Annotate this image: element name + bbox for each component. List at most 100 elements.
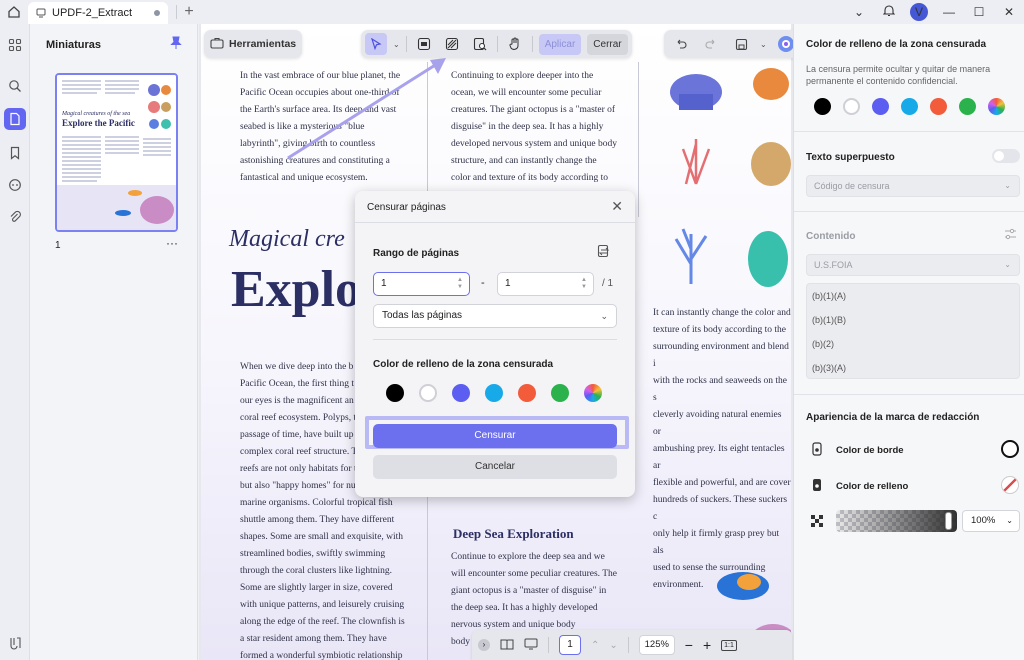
swatch-blue[interactable] [901,98,918,115]
search-icon[interactable] [4,75,26,97]
zoom-level-field[interactable]: 125% [638,635,675,655]
overlay-text-title: Texto superpuesto [806,152,895,163]
page-to-input[interactable]: 1 ▲ ▼ [497,272,594,296]
document-icon [36,8,46,18]
swatch-green[interactable] [551,384,569,402]
opacity-select[interactable]: 100% ⌄ [962,510,1020,532]
save-dropdown-icon[interactable]: ⌄ [760,40,767,49]
hand-tool-icon[interactable] [504,33,526,55]
custom-color-swatch[interactable] [584,384,602,402]
apply-button[interactable]: Aplicar [538,33,582,55]
maximize-icon[interactable]: ☐ [964,5,994,19]
swatch-orange[interactable] [518,384,536,402]
bell-icon[interactable] [874,4,904,20]
page-number-input[interactable]: 1 [559,635,581,655]
column-divider [638,62,639,217]
previous-page-icon[interactable]: ⌃ [591,640,599,651]
panel-divider [794,394,1024,395]
settings-sliders-icon[interactable] [1004,228,1017,243]
overlay-text-toggle[interactable] [992,149,1020,163]
censor-pages-dialog: Censurar páginas ✕ Rango de páginas 1 ▲ ▼… [355,191,635,497]
close-redaction-button[interactable]: Cerrar [587,33,628,55]
border-color-picker[interactable] [1001,440,1019,458]
page-total: / 1 [602,278,614,289]
opacity-slider-handle[interactable] [945,512,952,530]
censor-code-select[interactable]: Código de censura ⌄ [806,175,1020,197]
panel-divider [794,131,1024,132]
custom-color-swatch[interactable] [988,98,1005,115]
border-color-icon [812,442,822,459]
thumbnail-page-number: 1 [55,240,61,251]
swatch-purple[interactable] [452,384,470,402]
swatch-black[interactable] [386,384,404,402]
stepper-arrows-icon[interactable]: ▲ ▼ [581,277,587,291]
search-redact-icon[interactable] [469,33,491,55]
avatar[interactable]: V [910,3,928,21]
attachment-icon[interactable] [4,206,26,228]
censor-button[interactable]: Censurar [373,424,617,448]
cursor-dropdown-icon[interactable]: ⌄ [393,40,400,49]
chevron-down-icon[interactable]: ⌄ [844,5,874,19]
redaction-appearance-title: Apariencia de la marca de redacción [806,412,980,423]
fill-color-swatches [386,384,602,402]
minimize-icon[interactable]: — [934,5,964,19]
page-heading: Explo [231,261,362,318]
code-item[interactable]: (b)(2) [812,339,834,349]
fill-color-description: La censura permite ocultar y quitar de m… [806,64,991,86]
swatch-orange[interactable] [930,98,947,115]
pages-icon[interactable] [4,108,26,130]
redo-icon[interactable] [700,33,722,55]
page-thumbnail[interactable]: Magical creatures of the sea Explore the… [55,73,178,232]
opacity-slider[interactable] [836,510,957,532]
undo-icon[interactable] [670,33,692,55]
column-divider [427,494,428,660]
text-column-2-top: Continuing to explore deeper into the oce… [451,71,617,183]
code-item[interactable]: (b)(1)(A) [812,291,846,301]
updf-logo-icon[interactable] [4,632,26,654]
page-range-swap-icon[interactable] [597,244,611,262]
toolbar-divider [627,637,629,653]
grid-icon[interactable] [4,34,26,56]
zoom-out-icon[interactable]: − [685,637,693,653]
zoom-in-icon[interactable]: + [703,637,711,653]
thumb-title: Explore the Pacific [62,118,135,128]
code-item[interactable]: (b)(1)(B) [812,315,846,325]
fit-page-icon[interactable]: 1:1 [721,639,737,651]
pages-subset-select[interactable]: Todas las páginas ⌄ [373,304,617,328]
censor-code-placeholder: Código de censura [814,181,890,191]
tools-label: Herramientas [229,38,297,50]
save-icon[interactable] [730,33,752,55]
collapse-toolbar-icon[interactable]: › [478,639,490,651]
title-bar: UPDF-2_Extract + ⌄ V — ☐ ✕ [0,0,1024,24]
dialog-close-icon[interactable]: ✕ [611,198,623,215]
swatch-white[interactable] [843,98,860,115]
chevron-down-icon: ⌄ [1004,260,1011,269]
home-icon[interactable] [0,0,28,24]
pin-icon[interactable] [170,36,182,53]
bookmark-icon[interactable] [4,142,26,164]
annotation-arrow [287,58,446,160]
presentation-icon[interactable] [524,638,538,653]
swatch-black[interactable] [814,98,831,115]
toolbar-divider [531,36,533,52]
page-from-input[interactable]: 1 ▲ ▼ [373,272,470,296]
code-item[interactable]: (b)(3)(A) [812,363,846,373]
foia-select[interactable]: U.S.FOIA ⌄ [806,254,1020,276]
next-page-icon[interactable]: ⌄ [609,640,617,651]
opacity-value: 100% [971,515,996,526]
thumbnail-more-button[interactable]: ··· [166,236,178,250]
swatch-white[interactable] [419,384,437,402]
swatch-green[interactable] [959,98,976,115]
unsaved-dot-icon [154,10,160,16]
stepper-arrows-icon[interactable]: ▲ ▼ [457,277,463,291]
comment-icon[interactable] [4,174,26,196]
document-tab[interactable]: UPDF-2_Extract [28,2,168,24]
new-tab-button[interactable]: + [177,3,201,21]
fill-color-picker[interactable] [1001,476,1019,494]
cancel-button[interactable]: Cancelar [373,455,617,479]
close-icon[interactable]: ✕ [994,5,1024,19]
swatch-purple[interactable] [872,98,889,115]
thumbnails-title: Miniaturas [46,39,102,51]
reading-mode-icon[interactable] [500,638,514,653]
swatch-blue[interactable] [485,384,503,402]
